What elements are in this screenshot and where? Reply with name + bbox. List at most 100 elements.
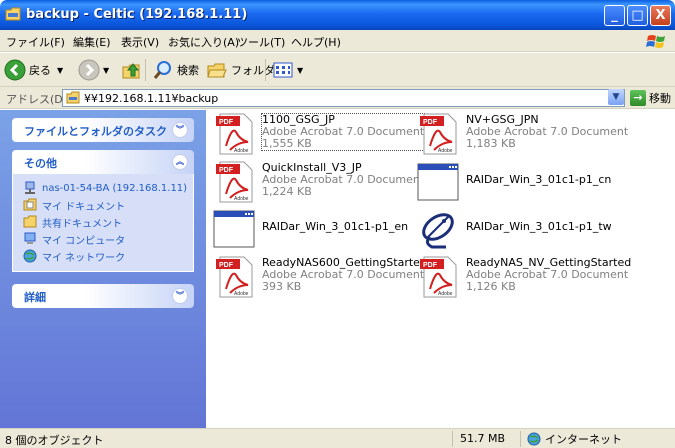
satellite-dish-icon [422,213,454,249]
file-tile[interactable]: PDF Adobe ReadyNAS_NV_GettingStarted Ado… [416,255,666,303]
other-places-list: nas-01-54-BA (192.168.1.11) マイ ドキュメント 共有… [12,174,194,272]
minimize-icon: _ [611,8,618,23]
my-documents-icon [23,198,37,211]
place-item-shared-documents[interactable]: 共有ドキュメント [23,214,193,230]
file-tile[interactable]: PDF Adobe ReadyNAS600_GettingStarted Ado… [212,255,427,303]
search-button[interactable]: 検索 [152,57,199,83]
back-label: 戻る [29,64,51,77]
windows-logo-icon [646,35,665,48]
total-size: 51.7 MB [460,432,506,445]
menu-favorites[interactable]: お気に入り(A) [168,34,239,50]
file-name: RAIDar_Win_3_01c1-p1_en [262,220,409,233]
file-meta: ReadyNAS600_GettingStarted Adobe Acrobat… [262,257,427,293]
menu-edit[interactable]: 編集(E) [73,34,111,50]
address-dropdown-icon[interactable]: ▼ [608,89,624,105]
file-size: 1,555 KB [262,137,312,150]
back-dropdown-icon[interactable]: ▼ [57,66,63,75]
svg-text:Adobe: Adobe [234,148,249,154]
svg-text:Adobe: Adobe [438,291,453,297]
place-label: マイ ドキュメント [42,201,126,213]
toolbar: 戻る ▼ ▼ 検索 フォルダ ▼ [0,53,675,87]
forward-button[interactable]: ▼ [78,57,109,83]
views-dropdown-icon[interactable]: ▼ [297,66,303,75]
place-label: 共有ドキュメント [42,218,122,230]
status-divider [520,431,521,447]
folder-icon [66,91,80,104]
file-tile[interactable]: RAIDar_Win_3_01c1-p1_tw [416,207,666,255]
file-meta: QuickInstall_V3_JP Adobe Acrobat 7.0 Doc… [262,162,424,198]
address-label: アドレス(D) [6,93,68,106]
menu-bar: ファイル(F) 編集(E) 表示(V) お気に入り(A) ツール(T) ヘルプ(… [0,30,675,52]
details-header[interactable]: 詳細 ︾ [12,284,194,308]
object-count: 8 個のオブジェクト [5,434,104,447]
menu-file[interactable]: ファイル(F) [6,34,65,50]
svg-text:PDF: PDF [219,262,234,269]
expand-chevron-icon[interactable]: ︾ [172,288,188,304]
address-value: ¥¥192.168.1.11¥backup [84,92,219,105]
application-window-icon [213,210,255,248]
file-tile[interactable]: RAIDar_Win_3_01c1-p1_en [212,207,412,255]
file-meta: 1100_GSG_JP Adobe Acrobat 7.0 Document 1… [260,113,426,151]
pdf-icon: PDF Adobe [216,256,253,298]
svg-text:PDF: PDF [423,262,438,269]
address-bar: アドレス(D) ¥¥192.168.1.11¥backup ▼ → 移動 [0,87,675,109]
file-size: 1,224 KB [262,185,312,198]
folders-label: フォルダ [231,64,275,77]
file-tasks-title: ファイルとフォルダのタスク [24,125,167,138]
place-label: nas-01-54-BA (192.168.1.11) [42,182,188,194]
toolbar-separator [145,59,146,81]
svg-text:PDF: PDF [219,167,234,174]
maximize-button[interactable]: □ [627,5,648,26]
place-item-my-network[interactable]: マイ ネットワーク [23,248,193,264]
place-item-my-documents[interactable]: マイ ドキュメント [23,197,193,213]
file-name: RAIDar_Win_3_01c1-p1_cn [466,173,612,186]
go-button[interactable]: → 移動 [630,89,671,107]
minimize-button[interactable]: _ [604,5,625,26]
file-size: 1,183 KB [466,137,516,150]
svg-text:PDF: PDF [423,119,438,126]
pdf-icon: PDF Adobe [216,113,253,155]
file-meta: NV+GSG_JPN Adobe Acrobat 7.0 Document 1,… [466,114,628,150]
forward-dropdown-icon[interactable]: ▼ [103,66,109,75]
place-item-nas[interactable]: nas-01-54-BA (192.168.1.11) [23,180,193,196]
svg-text:Adobe: Adobe [234,196,249,202]
expand-chevron-icon[interactable]: ︾ [172,122,188,138]
pdf-icon: PDF Adobe [216,161,253,203]
maximize-icon: □ [631,8,644,23]
status-divider [452,431,453,447]
file-tile[interactable]: PDF Adobe QuickInstall_V3_JP Adobe Acrob… [212,160,424,208]
collapse-chevron-icon[interactable]: ︽ [172,154,188,170]
up-folder-icon [122,63,140,79]
menu-help[interactable]: ヘルプ(H) [291,34,341,50]
close-button[interactable]: X [650,5,671,26]
file-meta: RAIDar_Win_3_01c1-p1_tw [466,221,612,233]
shared-documents-icon [23,215,37,228]
back-button[interactable]: 戻る ▼ [4,57,63,83]
my-computer-icon [24,232,36,244]
file-tasks-header[interactable]: ファイルとフォルダのタスク ︾ [12,118,194,142]
forward-arrow-icon [78,59,100,81]
menu-tools[interactable]: ツール(T) [237,34,285,50]
menu-view[interactable]: 表示(V) [121,34,159,50]
svg-text:Adobe: Adobe [438,148,453,154]
folders-icon [207,63,227,78]
file-tile[interactable]: PDF Adobe 1100_GSG_JP Adobe Acrobat 7.0 … [212,112,426,160]
search-icon [153,61,171,79]
file-tasks-panel: ファイルとフォルダのタスク ︾ [12,118,194,142]
place-item-my-computer[interactable]: マイ コンピュータ [23,231,193,247]
network-computer-icon [25,181,35,194]
file-tile[interactable]: RAIDar_Win_3_01c1-p1_cn [416,160,666,208]
other-places-header[interactable]: その他 ︽ [12,150,194,174]
toolbar-separator [265,59,266,81]
details-panel: 詳細 ︾ [12,284,194,308]
views-button[interactable]: ▼ [272,57,303,83]
up-folder-button[interactable] [121,57,143,83]
svg-text:PDF: PDF [219,119,234,126]
file-tile[interactable]: PDF Adobe NV+GSG_JPN Adobe Acrobat 7.0 D… [416,112,666,160]
application-window-icon [417,163,459,201]
internet-globe-icon [527,432,541,446]
close-icon: X [655,8,666,23]
window-title: backup - Celtic (192.168.1.11) [26,7,248,22]
file-meta: RAIDar_Win_3_01c1-p1_cn [466,174,611,186]
address-input[interactable]: ¥¥192.168.1.11¥backup [62,89,625,107]
